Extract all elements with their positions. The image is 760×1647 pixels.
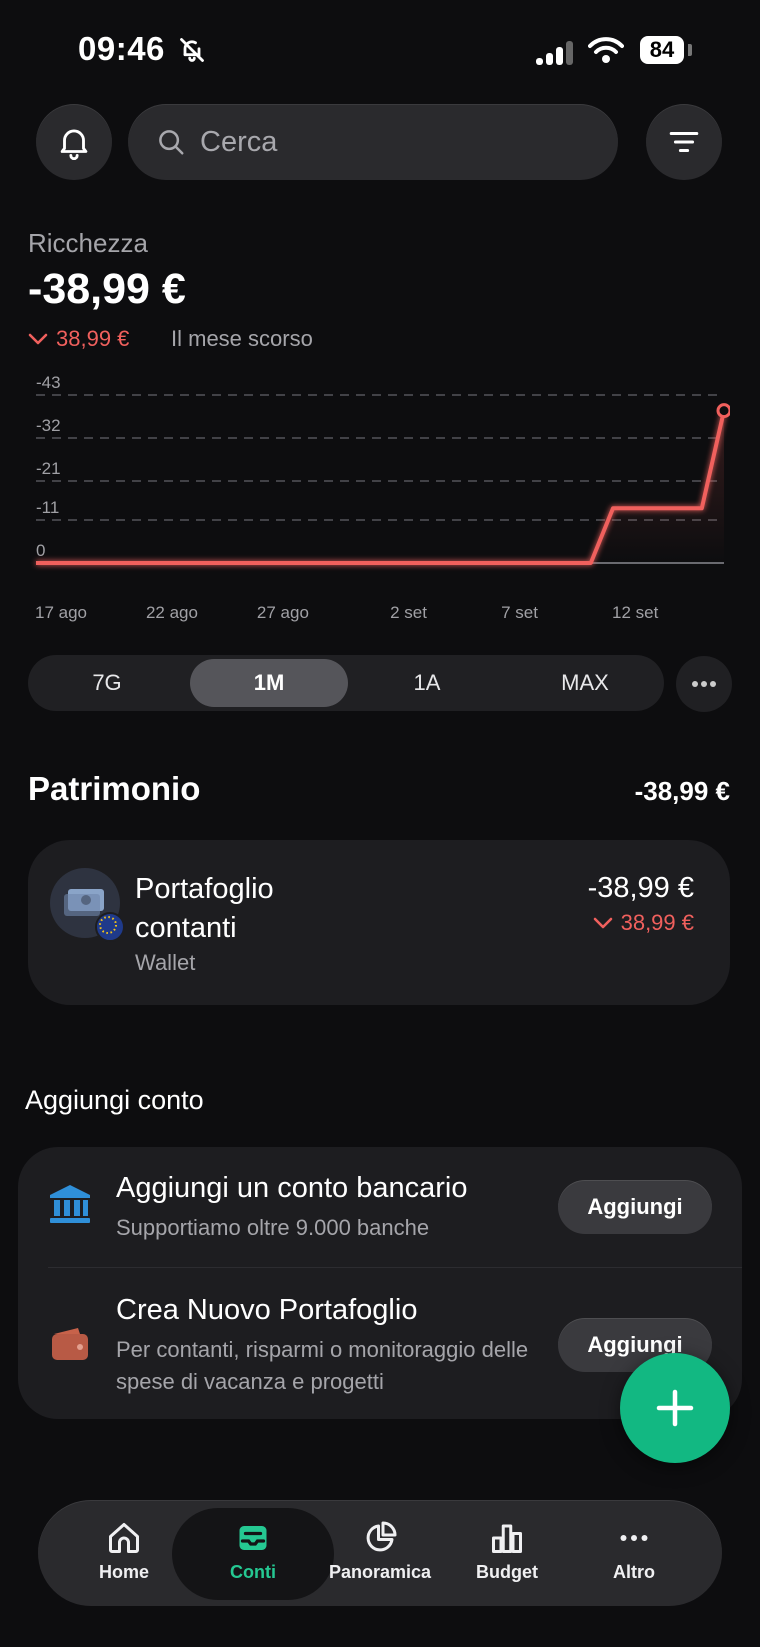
more-horizontal-icon: [692, 681, 716, 687]
account-type: Wallet: [135, 950, 196, 975]
battery-level: 84: [640, 36, 684, 64]
nav-label-home: Home: [98, 1562, 149, 1582]
search-icon: [159, 130, 184, 155]
account-value: -38,99 €: [587, 872, 694, 904]
add-bank-subtitle: Supportiamo oltre 9.000 banche: [116, 1215, 430, 1240]
chart-x-tick: 22 ago: [146, 603, 198, 622]
notifications-button[interactable]: [36, 104, 112, 180]
chart-y-tick: -11: [36, 498, 59, 517]
wifi-icon: [588, 37, 624, 63]
chart-y-tick: -21: [36, 459, 61, 478]
account-change: 38,99 €: [593, 910, 694, 936]
wealth-period: Il mese scorso: [171, 326, 313, 351]
add-wallet-subtitle: Per contanti, risparmi o monitoraggio de…: [116, 1337, 529, 1394]
add-bank-title: Aggiungi un conto bancario: [116, 1172, 468, 1204]
chart-x-tick: 17 ago: [35, 603, 87, 622]
nav-label-conti: Conti: [230, 1562, 276, 1582]
chart-y-tick: -32: [36, 416, 61, 435]
accounts-icon: [239, 1526, 267, 1550]
chevron-down-icon: [28, 333, 48, 345]
chart-x-tick: 2 set: [390, 603, 427, 622]
wealth-change: 38,99 €: [28, 326, 129, 352]
range-max[interactable]: MAX: [506, 659, 664, 707]
nav-item-altro[interactable]: Altro: [574, 1520, 694, 1583]
chart-y-tick: -43: [36, 373, 61, 392]
add-bank-button[interactable]: Aggiungi: [558, 1180, 712, 1234]
filter-icon: [669, 131, 699, 153]
status-time: 09:46: [78, 30, 165, 67]
plus-icon: [656, 1389, 694, 1427]
add-fab-button[interactable]: [620, 1353, 730, 1463]
patrimonio-title: Patrimonio: [28, 770, 201, 807]
add-wallet-title: Crea Nuovo Portafoglio: [116, 1294, 418, 1326]
range-1a[interactable]: 1A: [348, 659, 506, 707]
range-1m[interactable]: 1M: [190, 659, 348, 707]
chart-last-point: [716, 403, 730, 419]
chart-x-tick: 7 set: [501, 603, 538, 622]
wealth-chart: -43 -32 -21 -11 0 17 ago 22 ago 27 ago 2 set 7 s…: [35, 373, 730, 622]
wealth-value: -38,99 €: [28, 265, 186, 313]
nav-label-altro: Altro: [613, 1562, 655, 1582]
search-placeholder: Cerca: [200, 125, 278, 158]
nav-item-home[interactable]: Home: [64, 1520, 184, 1583]
range-7g[interactable]: 7G: [28, 659, 186, 707]
account-name: Portafoglio contanti: [135, 873, 274, 944]
add-account-title: Aggiungi conto: [25, 1085, 204, 1115]
bell-icon: [60, 129, 88, 160]
nav-label-panoramica: Panoramica: [328, 1562, 432, 1582]
bell-muted-icon: [180, 38, 204, 62]
nav-label-budget: Budget: [476, 1562, 538, 1582]
chart-y-tick: 0: [36, 541, 45, 560]
chart-x-tick: 12 set: [612, 603, 659, 622]
filter-button[interactable]: [646, 104, 722, 180]
more-icon: [620, 1535, 648, 1541]
bar-chart-icon: [492, 1524, 522, 1553]
search-input[interactable]: Cerca: [128, 104, 618, 180]
wealth-label: Ricchezza: [28, 228, 148, 258]
account-change-value: 38,99 €: [620, 910, 694, 935]
wallet-icon: [52, 1328, 88, 1360]
nav-item-budget[interactable]: Budget: [447, 1520, 567, 1583]
row-divider: [48, 1267, 742, 1268]
range-selector: 7G 1M 1A MAX: [28, 655, 664, 711]
euro-flag-icon: [95, 912, 125, 942]
chevron-down-icon: [593, 917, 612, 929]
nav-item-panoramica[interactable]: Panoramica: [320, 1520, 440, 1583]
patrimonio-total: -38,99 €: [634, 776, 730, 806]
bank-icon: [50, 1185, 90, 1223]
pie-chart-icon: [366, 1521, 397, 1552]
chart-area-fill: [36, 410, 724, 563]
chart-x-tick: 27 ago: [257, 603, 309, 622]
cellular-signal-icon: [536, 41, 573, 65]
battery-tip: [688, 44, 692, 56]
home-icon: [109, 1523, 139, 1553]
range-more-button[interactable]: [676, 656, 732, 712]
wealth-change-value: 38,99 €: [56, 326, 130, 351]
nav-item-conti[interactable]: Conti: [193, 1520, 313, 1583]
